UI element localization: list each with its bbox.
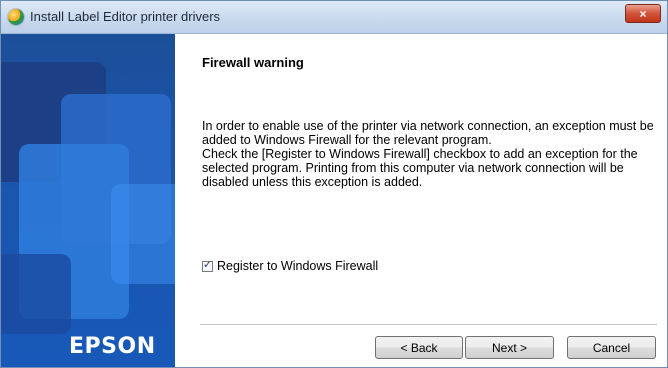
register-firewall-option[interactable]: ✓ Register to Windows Firewall xyxy=(202,259,378,273)
close-icon: × xyxy=(639,6,647,21)
epson-logo: EPSON xyxy=(69,334,156,359)
register-firewall-label[interactable]: Register to Windows Firewall xyxy=(217,259,378,273)
footer-divider xyxy=(200,324,657,325)
checkmark-icon: ✓ xyxy=(202,259,213,271)
page-title: Firewall warning xyxy=(202,55,304,70)
description-paragraph-1: In order to enable use of the printer vi… xyxy=(202,119,654,147)
title-bar[interactable]: Install Label Editor printer drivers × xyxy=(1,1,667,34)
installer-globe-icon xyxy=(8,9,24,25)
main-content: Firewall warning In order to enable use … xyxy=(176,34,667,367)
window-title: Install Label Editor printer drivers xyxy=(30,9,221,24)
decor-shape xyxy=(111,184,175,284)
side-banner: EPSON xyxy=(1,34,175,367)
cancel-button[interactable]: Cancel xyxy=(567,336,656,359)
description-paragraph-2: Check the [Register to Windows Firewall]… xyxy=(202,147,638,189)
register-firewall-checkbox[interactable]: ✓ xyxy=(202,259,213,272)
decor-shape xyxy=(1,254,71,334)
installer-window: Install Label Editor printer drivers × E… xyxy=(0,0,668,368)
back-button[interactable]: < Back xyxy=(375,336,463,359)
description: In order to enable use of the printer vi… xyxy=(202,119,657,189)
next-button[interactable]: Next > xyxy=(465,336,554,359)
close-button[interactable]: × xyxy=(625,4,661,23)
